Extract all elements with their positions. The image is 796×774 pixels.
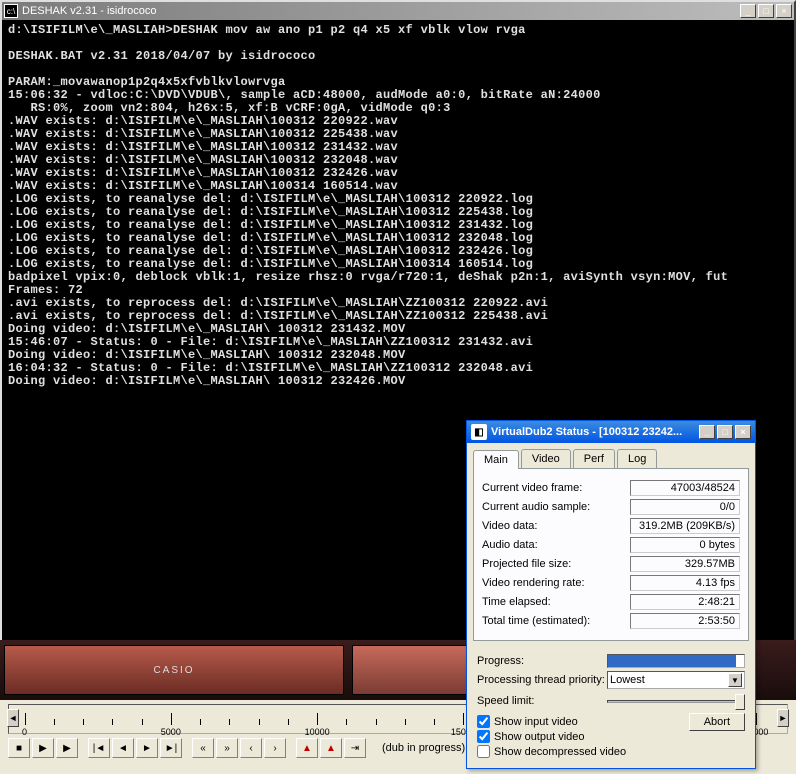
go-start-button[interactable]: |◄	[88, 738, 110, 758]
progress-label: Progress:	[477, 655, 607, 667]
vd-app-icon: ◧	[471, 424, 487, 440]
close-button[interactable]: ×	[776, 4, 792, 18]
stat-value: 0 bytes	[630, 537, 740, 553]
play-input-button[interactable]: ▶	[32, 738, 54, 758]
chk-show-output[interactable]	[477, 730, 490, 743]
stat-value: 0/0	[630, 499, 740, 515]
chk-show-decomp-label: Show decompressed video	[494, 746, 626, 758]
stat-label: Projected file size:	[482, 558, 571, 570]
prev-key-button[interactable]: «	[192, 738, 214, 758]
abort-button[interactable]: Abort	[689, 713, 745, 731]
stat-value: 319.2MB (209KB/s)	[630, 518, 740, 534]
transport-toolbar: ■ ▶ ▶ |◄ ◄ ► ►| « » ‹ › ▲ ▲ ⇥	[8, 738, 366, 758]
ruler-right-button[interactable]: ►	[777, 709, 789, 727]
play-output-button[interactable]: ▶	[56, 738, 78, 758]
cmd-icon: c:\	[4, 4, 18, 18]
progress-fill	[608, 655, 736, 667]
stat-row: Video rendering rate: 4.13 fps	[482, 575, 740, 591]
tab-log[interactable]: Log	[617, 449, 657, 468]
speed-label: Speed limit:	[477, 695, 607, 707]
priority-value: Lowest	[610, 674, 645, 686]
minimize-button[interactable]: _	[740, 4, 756, 18]
stat-label: Video data:	[482, 520, 537, 532]
stat-value: 47003/48524	[630, 480, 740, 496]
mark-out-button[interactable]: ▲	[320, 738, 342, 758]
vd-titlebar[interactable]: ◧ VirtualDub2 Status - [100312 23242... …	[467, 421, 755, 443]
stat-row: Audio data: 0 bytes	[482, 537, 740, 553]
stat-label: Time elapsed:	[482, 596, 551, 608]
ruler-left-button[interactable]: ◄	[7, 709, 19, 727]
tick-label: 5000	[161, 727, 181, 737]
stat-label: Audio data:	[482, 539, 538, 551]
stat-value: 329.57MB	[630, 556, 740, 572]
chk-show-output-label: Show output video	[494, 731, 585, 743]
tab-video[interactable]: Video	[521, 449, 571, 468]
tick-label: 0	[22, 727, 27, 737]
vd-main-panel: Current video frame: 47003/48524 Current a…	[473, 468, 749, 641]
stat-label: Video rendering rate:	[482, 577, 585, 589]
slider-thumb[interactable]	[735, 694, 745, 710]
next-drop-button[interactable]: ›	[264, 738, 286, 758]
stat-value: 2:53:50	[630, 613, 740, 629]
prev-drop-button[interactable]: ‹	[240, 738, 262, 758]
stat-label: Current audio sample:	[482, 501, 590, 513]
speed-slider[interactable]	[607, 692, 745, 710]
vd-status-dialog: ◧ VirtualDub2 Status - [100312 23242... …	[466, 420, 756, 769]
stat-row: Projected file size: 329.57MB	[482, 556, 740, 572]
input-preview: CASIO	[4, 645, 344, 695]
priority-label: Processing thread priority:	[477, 674, 607, 686]
priority-combo[interactable]: Lowest ▼	[607, 671, 745, 689]
step-fwd-button[interactable]: ►	[136, 738, 158, 758]
stat-row: Current video frame: 47003/48524	[482, 480, 740, 496]
stat-row: Total time (estimated): 2:53:50	[482, 613, 740, 629]
console-titlebar[interactable]: c:\ DESHAK v2.31 - isidrococo _ □ ×	[2, 2, 794, 20]
vd-close-button[interactable]: ×	[735, 425, 751, 439]
chk-show-input[interactable]	[477, 715, 490, 728]
go-end-button[interactable]: ►|	[160, 738, 182, 758]
vd-lower-panel: Progress: Processing thread priority: Lo…	[467, 647, 755, 768]
tick-label: 10000	[305, 727, 330, 737]
stat-value: 2:48:21	[630, 594, 740, 610]
stat-row: Time elapsed: 2:48:21	[482, 594, 740, 610]
chevron-down-icon: ▼	[728, 673, 742, 687]
stat-label: Total time (estimated):	[482, 615, 590, 627]
stat-row: Video data: 319.2MB (209KB/s)	[482, 518, 740, 534]
step-back-button[interactable]: ◄	[112, 738, 134, 758]
tab-perf[interactable]: Perf	[573, 449, 615, 468]
vd-title-text: VirtualDub2 Status - [100312 23242...	[491, 426, 682, 438]
stat-label: Current video frame:	[482, 482, 582, 494]
goto-button[interactable]: ⇥	[344, 738, 366, 758]
status-text: (dub in progress)	[382, 742, 465, 754]
vd-tabs: Main Video Perf Log	[473, 449, 749, 468]
mark-in-button[interactable]: ▲	[296, 738, 318, 758]
chk-show-input-label: Show input video	[494, 716, 578, 728]
vd-maximize-button[interactable]: □	[717, 425, 733, 439]
slider-track	[607, 700, 745, 703]
progress-bar	[607, 654, 745, 668]
tab-main[interactable]: Main	[473, 450, 519, 469]
stat-value: 4.13 fps	[630, 575, 740, 591]
maximize-button[interactable]: □	[758, 4, 774, 18]
next-key-button[interactable]: »	[216, 738, 238, 758]
console-title: DESHAK v2.31 - isidrococo	[22, 5, 157, 17]
chk-show-decomp[interactable]	[477, 745, 490, 758]
vd-minimize-button[interactable]: _	[699, 425, 715, 439]
thumb-label: CASIO	[153, 665, 194, 676]
stat-row: Current audio sample: 0/0	[482, 499, 740, 515]
stop-button[interactable]: ■	[8, 738, 30, 758]
